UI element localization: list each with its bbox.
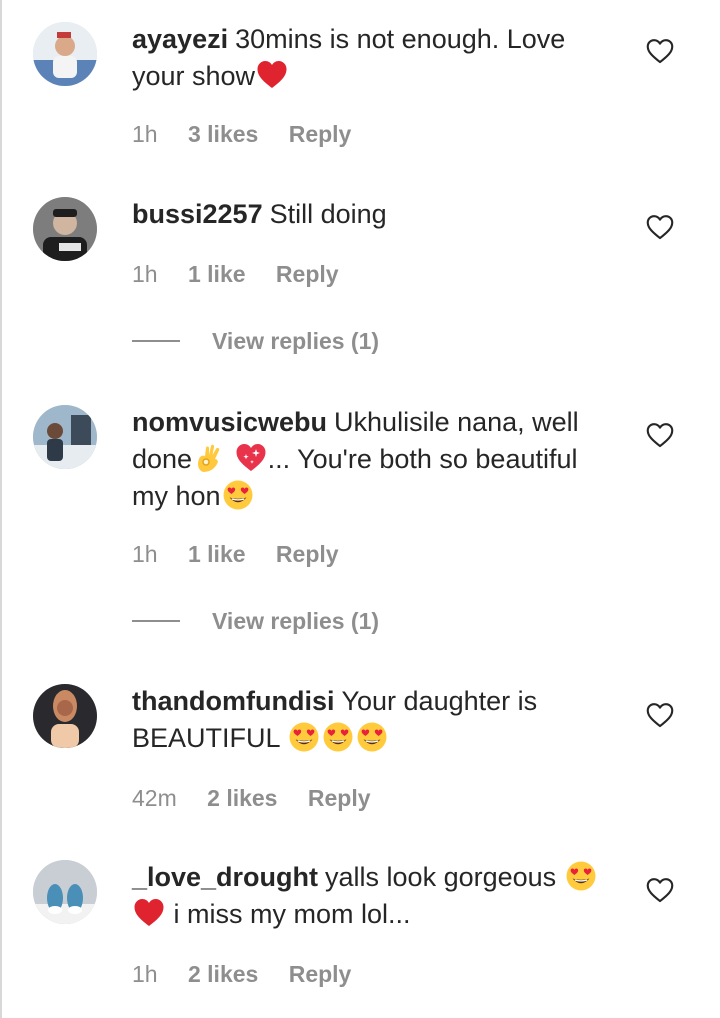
heart-eyes-emoji-icon bbox=[288, 721, 320, 753]
avatar[interactable] bbox=[33, 405, 97, 469]
like-heart-icon[interactable] bbox=[646, 422, 674, 448]
comment-meta: 1h 1 like Reply bbox=[132, 541, 363, 568]
view-replies-button[interactable]: View replies (1) bbox=[132, 328, 379, 355]
comment-time: 42m bbox=[132, 785, 177, 811]
avatar[interactable] bbox=[33, 860, 97, 924]
avatar[interactable] bbox=[33, 684, 97, 748]
red-heart-emoji-icon bbox=[133, 897, 165, 929]
heart-eyes-emoji-icon bbox=[322, 721, 354, 753]
comment-username[interactable]: ayayezi bbox=[132, 24, 228, 54]
comment-body: _love_drought yalls look gorgeous i miss … bbox=[132, 859, 602, 933]
comment-username[interactable]: nomvusicwebu bbox=[132, 407, 327, 437]
comment-time: 1h bbox=[132, 121, 158, 147]
reply-button[interactable]: Reply bbox=[289, 121, 352, 147]
heart-eyes-emoji-icon bbox=[356, 721, 388, 753]
ok-hand-emoji-icon bbox=[193, 442, 225, 474]
comment-body: bussi2257 Still doing bbox=[132, 196, 602, 233]
comment-likes-count[interactable]: 2 likes bbox=[207, 785, 277, 811]
comment-username[interactable]: thandomfundisi bbox=[132, 686, 334, 716]
left-edge-divider bbox=[0, 0, 2, 1018]
comment-time: 1h bbox=[132, 961, 158, 987]
comment-likes-count[interactable]: 3 likes bbox=[188, 121, 258, 147]
like-heart-icon[interactable] bbox=[646, 702, 674, 728]
avatar[interactable] bbox=[33, 197, 97, 261]
like-heart-icon[interactable] bbox=[646, 38, 674, 64]
comment-likes-count[interactable]: 2 likes bbox=[188, 961, 258, 987]
reply-button[interactable]: Reply bbox=[308, 785, 371, 811]
reply-button[interactable]: Reply bbox=[289, 961, 352, 987]
red-heart-emoji-icon bbox=[256, 59, 288, 91]
comment-time: 1h bbox=[132, 541, 158, 567]
view-replies-label[interactable]: View replies (1) bbox=[212, 608, 379, 634]
comments-screen: ayayezi 30mins is not enough. Love your s… bbox=[0, 0, 720, 1018]
sparkling-heart-emoji-icon bbox=[235, 442, 267, 474]
comment-meta: 1h 2 likes Reply bbox=[132, 961, 375, 988]
comment-text: i miss my mom lol... bbox=[173, 899, 411, 929]
reply-button[interactable]: Reply bbox=[276, 261, 339, 287]
comment-meta: 42m 2 likes Reply bbox=[132, 785, 395, 812]
comment-username[interactable]: _love_drought bbox=[132, 862, 318, 892]
comment-username[interactable]: bussi2257 bbox=[132, 199, 263, 229]
comment-likes-count[interactable]: 1 like bbox=[188, 261, 246, 287]
comment-body: ayayezi 30mins is not enough. Love your s… bbox=[132, 21, 602, 95]
view-replies-button[interactable]: View replies (1) bbox=[132, 608, 379, 635]
comment-text: Still doing bbox=[269, 199, 387, 229]
comment-likes-count[interactable]: 1 like bbox=[188, 541, 246, 567]
avatar[interactable] bbox=[33, 22, 97, 86]
comment-meta: 1h 1 like Reply bbox=[132, 261, 363, 288]
reply-button[interactable]: Reply bbox=[276, 541, 339, 567]
view-replies-line bbox=[132, 339, 180, 342]
comment-body: thandomfundisi Your daughter is BEAUTIFUL bbox=[132, 683, 602, 757]
comment-time: 1h bbox=[132, 261, 158, 287]
like-heart-icon[interactable] bbox=[646, 214, 674, 240]
view-replies-label[interactable]: View replies (1) bbox=[212, 328, 379, 354]
comment-body: nomvusicwebu Ukhulisile nana, well done .… bbox=[132, 404, 602, 515]
comment-meta: 1h 3 likes Reply bbox=[132, 121, 375, 148]
comment-text: yalls look gorgeous bbox=[325, 862, 557, 892]
heart-eyes-emoji-icon bbox=[565, 860, 597, 892]
like-heart-icon[interactable] bbox=[646, 877, 674, 903]
view-replies-line bbox=[132, 619, 180, 622]
heart-eyes-emoji-icon bbox=[222, 479, 254, 511]
